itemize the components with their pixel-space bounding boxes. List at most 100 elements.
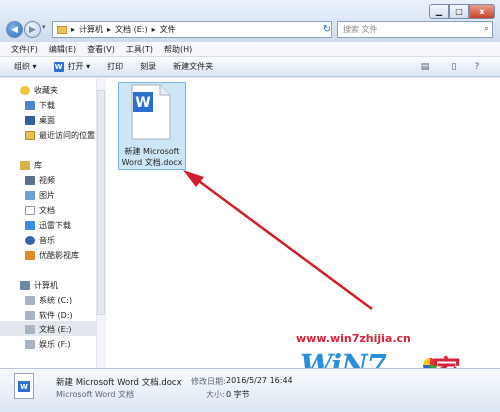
nav-label: 软件 (D:)	[39, 311, 73, 320]
nav-music[interactable]: 音乐	[25, 235, 55, 246]
menu-edit[interactable]: 编辑(E)	[49, 44, 76, 55]
recent-places-icon	[25, 131, 35, 140]
nav-videos[interactable]: 视频	[25, 175, 55, 186]
burn-button[interactable]: 刻录	[140, 61, 156, 72]
nav-label: 视频	[39, 176, 55, 185]
nav-label: 系统 (C:)	[39, 296, 73, 305]
close-button[interactable]: x	[469, 4, 495, 19]
wps-icon: W	[53, 61, 64, 72]
details-modified-value: 2016/5/27 16:44	[226, 376, 293, 385]
breadcrumb-computer[interactable]: 计算机	[79, 24, 103, 35]
nav-label: 音乐	[39, 236, 55, 245]
xunlei-icon	[25, 221, 35, 230]
nav-downloads[interactable]: 下载	[25, 100, 55, 111]
help-icon[interactable]: ?	[471, 61, 483, 72]
watermark-url: www.win7zhijia.cn	[296, 332, 411, 345]
music-icon	[25, 236, 35, 245]
star-icon	[20, 86, 30, 95]
download-icon	[25, 101, 35, 110]
menu-view[interactable]: 查看(V)	[87, 44, 115, 55]
nav-drive-f[interactable]: 娱乐 (F:)	[25, 339, 70, 350]
nav-label: 娱乐 (F:)	[39, 340, 71, 349]
drive-icon	[25, 325, 35, 334]
breadcrumb-drive-e[interactable]: 文档 (E:)	[115, 24, 148, 35]
word-document-icon: W	[131, 84, 171, 140]
library-icon	[20, 161, 30, 170]
folder-icon	[57, 25, 67, 34]
nav-pictures[interactable]: 图片	[25, 190, 55, 201]
drive-icon	[25, 311, 35, 320]
address-bar[interactable]: ▸ 计算机 ▸ 文档 (E:) ▸ 文件	[52, 21, 332, 38]
word-icon-letter: W	[135, 95, 150, 111]
nav-favorites[interactable]: 收藏夹	[20, 85, 58, 96]
breadcrumb-sep-icon: ▸	[151, 25, 156, 34]
open-button[interactable]: W 打开 ▾	[53, 61, 91, 72]
details-modified-label: 修改日期:	[191, 377, 226, 386]
maximize-button[interactable]: □	[449, 4, 469, 19]
drive-icon	[25, 296, 35, 305]
recent-pages-dropdown[interactable]: ▾	[42, 23, 50, 35]
details-file-name: 新建 Microsoft Word 文档.docx	[56, 378, 182, 388]
details-size-value: 0 字节	[226, 390, 250, 399]
breadcrumb-sep-icon: ▸	[107, 25, 112, 34]
nav-label: 下载	[39, 101, 55, 110]
nav-label: 文档 (E:)	[39, 325, 72, 334]
new-folder-button[interactable]: 新建文件夹	[173, 61, 213, 72]
nav-drive-c[interactable]: 系统 (C:)	[25, 295, 72, 306]
details-file-icon: W	[14, 373, 34, 399]
nav-label: 图片	[39, 191, 55, 200]
nav-label: 优酷影视库	[39, 251, 79, 260]
print-button[interactable]: 打印	[107, 61, 123, 72]
nav-drive-d[interactable]: 软件 (D:)	[25, 310, 73, 321]
navigation-pane: 收藏夹 下载 桌面 最近访问的位置 库 视频 图片 文档 迅雷下载 音乐 优酷影…	[0, 78, 107, 368]
nav-label: 库	[34, 161, 42, 170]
nav-label: 收藏夹	[34, 86, 58, 95]
youku-icon	[25, 251, 35, 260]
breadcrumb-folder[interactable]: 文件	[160, 24, 176, 35]
details-pane: 新建 Microsoft Word 文档.docx Microsoft Word…	[0, 368, 500, 412]
menu-tools[interactable]: 工具(T)	[126, 44, 153, 55]
file-name-line1: 新建 Microsoft	[124, 147, 180, 156]
nav-desktop[interactable]: 桌面	[25, 115, 55, 126]
details-file-type: Microsoft Word 文档	[56, 390, 135, 399]
nav-drive-e[interactable]: 文档 (E:)	[25, 324, 72, 335]
picture-icon	[25, 191, 35, 200]
forward-button[interactable]: ▶	[24, 21, 41, 38]
desktop-icon	[25, 116, 35, 125]
explorer-window: ▁ □ x ◀ ▶ ▾ ▸ 计算机 ▸ 文档 (E:) ▸ 文件 ↻ 搜索 文件…	[0, 0, 500, 412]
word-icon: W	[18, 381, 30, 392]
nav-computer[interactable]: 计算机	[20, 280, 58, 291]
nav-recent[interactable]: 最近访问的位置	[25, 130, 95, 141]
breadcrumb-sep-icon: ▸	[71, 25, 76, 34]
computer-icon	[20, 281, 30, 290]
nav-youku[interactable]: 优酷影视库	[25, 250, 79, 261]
preview-pane-icon[interactable]: ▯	[448, 61, 460, 72]
back-button[interactable]: ◀	[6, 21, 23, 38]
document-icon	[25, 206, 35, 215]
file-name-line2: Word 文档.docx	[121, 158, 183, 167]
nav-documents[interactable]: 文档	[25, 205, 55, 216]
nav-libraries[interactable]: 库	[20, 160, 42, 171]
menu-file[interactable]: 文件(F)	[11, 44, 38, 55]
organize-button[interactable]: 组织 ▾	[14, 61, 37, 72]
nav-label: 桌面	[39, 116, 55, 125]
open-button-label: 打开 ▾	[67, 62, 91, 71]
details-size-label: 大小:	[206, 390, 225, 399]
menu-bar: 文件(F) 编辑(E) 查看(V) 工具(T) 帮助(H)	[0, 42, 500, 57]
nav-scrollbar-thumb[interactable]	[97, 90, 105, 315]
search-placeholder: 搜索 文件	[343, 25, 378, 34]
menu-help[interactable]: 帮助(H)	[164, 44, 192, 55]
file-name-label[interactable]: 新建 Microsoft Word 文档.docx	[118, 146, 186, 168]
search-input[interactable]: 搜索 文件 ⌕	[337, 21, 493, 38]
minimize-button[interactable]: ▁	[429, 4, 449, 19]
nav-label: 迅雷下载	[39, 221, 71, 230]
nav-xunlei[interactable]: 迅雷下载	[25, 220, 71, 231]
nav-label: 最近访问的位置	[39, 131, 95, 140]
nav-label: 文档	[39, 206, 55, 215]
refresh-icon[interactable]: ↻	[320, 21, 334, 38]
drive-icon	[25, 340, 35, 349]
view-options-icon[interactable]: ▤	[419, 61, 431, 72]
nav-label: 计算机	[34, 281, 58, 290]
video-icon	[25, 176, 35, 185]
search-icon: ⌕	[483, 24, 489, 34]
